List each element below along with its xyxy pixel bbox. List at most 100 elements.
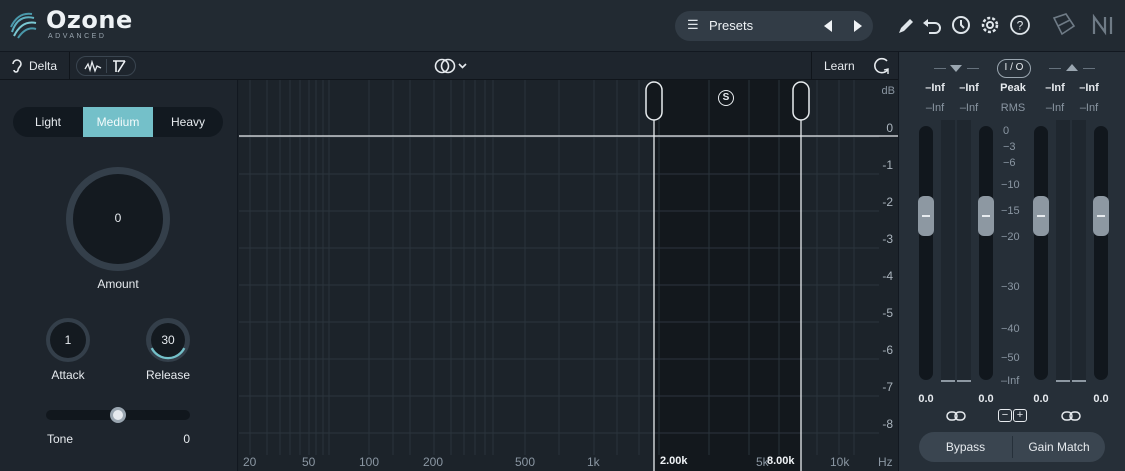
mode-medium-button[interactable]: Medium — [83, 107, 153, 137]
output-right-fader-handle[interactable] — [1093, 196, 1109, 236]
meter-scale-label: −40 — [1001, 323, 1020, 335]
input-peak-left: –Inf — [925, 82, 945, 94]
tone-slider[interactable] — [46, 407, 190, 423]
mode-light-button[interactable]: Light — [13, 107, 83, 137]
ozone-logo-icon — [10, 12, 37, 39]
output-left-gain-value: 0.0 — [1033, 393, 1049, 405]
undo-icon[interactable] — [921, 15, 943, 37]
output-left-level — [1056, 380, 1070, 382]
tone-label: Tone — [47, 432, 74, 446]
db-tick: 0 — [886, 121, 893, 135]
input-right-level — [957, 380, 971, 382]
stereo-mode-icon[interactable] — [433, 57, 469, 75]
meter-scale-label: 0 — [1003, 125, 1010, 137]
tone-value: 0 — [183, 432, 190, 446]
ni-logo-icon — [1092, 14, 1113, 36]
grid-lines — [239, 80, 898, 471]
input-right-meter — [957, 120, 971, 382]
band-high-handle[interactable] — [793, 82, 809, 120]
db-tick: -8 — [882, 417, 893, 431]
gain-increase-icon[interactable]: + — [1013, 409, 1027, 422]
next-preset-icon[interactable] — [851, 19, 865, 33]
input-link-icon[interactable] — [946, 410, 966, 422]
list-icon: ☰ — [687, 17, 699, 32]
app-edition: ADVANCED — [48, 33, 107, 40]
release-value: 30 — [161, 333, 175, 347]
meter-divider — [934, 68, 946, 69]
input-left-fader-track[interactable] — [919, 126, 933, 380]
tone-slider-thumb[interactable] — [110, 407, 126, 423]
output-right-fader-track[interactable] — [1094, 126, 1108, 380]
freq-tick: 50 — [302, 455, 316, 469]
output-rms-right: –Inf — [1079, 102, 1099, 114]
solo-button[interactable]: S — [718, 90, 734, 106]
previous-preset-icon[interactable] — [821, 19, 835, 33]
rms-label: RMS — [1000, 102, 1026, 114]
ear-icon — [12, 59, 22, 73]
input-right-fader-handle[interactable] — [978, 196, 994, 236]
input-left-fader-handle[interactable] — [918, 196, 934, 236]
meter-divider — [1083, 68, 1095, 69]
reset-icon[interactable] — [872, 56, 892, 76]
filter-view-icon[interactable] — [111, 59, 127, 74]
input-right-gain-value: 0.0 — [978, 393, 994, 405]
band-low-handle[interactable] — [646, 82, 662, 120]
app-title: Ozone — [46, 6, 133, 34]
amount-knob[interactable]: 0 — [66, 167, 170, 271]
output-right-gain-value: 0.0 — [1093, 393, 1109, 405]
output-left-fader-track[interactable] — [1034, 126, 1048, 380]
output-peak-right: –Inf — [1079, 82, 1099, 94]
amount-label: Amount — [97, 277, 139, 291]
db-tick: -2 — [882, 195, 893, 209]
input-gain-triangle-icon[interactable] — [949, 63, 963, 73]
izotope-logo-icon — [1052, 13, 1076, 36]
history-icon[interactable] — [949, 14, 971, 36]
delta-label: Delta — [29, 59, 58, 73]
delta-button[interactable]: Delta — [0, 52, 70, 80]
db-unit-label: dB — [881, 85, 895, 97]
output-right-meter — [1072, 120, 1086, 382]
meter-scale-label: −50 — [1001, 352, 1020, 364]
output-rms-left: –Inf — [1045, 102, 1065, 114]
learn-button[interactable]: Learn — [811, 52, 867, 80]
meter-scale-label: –Inf — [1001, 375, 1020, 387]
output-left-meter — [1056, 120, 1070, 382]
waveform-view-icon[interactable] — [84, 60, 102, 73]
release-label: Release — [145, 368, 191, 382]
pencil-icon[interactable] — [895, 15, 917, 37]
freq-tick: 10k — [830, 455, 850, 469]
mode-heavy-button[interactable]: Heavy — [153, 107, 223, 137]
presets-label: Presets — [709, 18, 754, 33]
input-right-fader-track[interactable] — [979, 126, 993, 380]
gain-match-button[interactable]: Gain Match — [1013, 432, 1105, 462]
svg-text:?: ? — [1017, 19, 1024, 33]
meter-scale-label: −3 — [1003, 141, 1016, 153]
module-toolbar: Delta Learn — [0, 52, 898, 80]
input-rms-left: –Inf — [925, 102, 945, 114]
output-left-fader-handle[interactable] — [1033, 196, 1049, 236]
gear-icon[interactable] — [979, 14, 1001, 36]
amount-value: 0 — [114, 211, 122, 225]
freq-tick: 1k — [587, 455, 600, 469]
bypass-button[interactable]: Bypass — [919, 432, 1012, 462]
input-left-gain-value: 0.0 — [918, 393, 934, 405]
output-gain-triangle-icon[interactable] — [1065, 63, 1079, 73]
peak-label: Peak — [1000, 82, 1026, 94]
presets-bar[interactable]: ☰ Presets — [675, 11, 873, 41]
output-right-level — [1072, 380, 1086, 382]
frequency-graph[interactable]: S dB 0 -1 -2 -3 -4 -5 -6 -7 -8 20 50 100… — [239, 80, 898, 471]
attack-value: 1 — [64, 333, 72, 347]
meter-scale-label: −10 — [1001, 179, 1020, 191]
meter-scale-label: −30 — [1001, 281, 1020, 293]
output-link-icon[interactable] — [1061, 410, 1081, 422]
io-mode-button[interactable]: I / O — [997, 59, 1031, 78]
attack-knob[interactable]: 1 — [46, 318, 90, 362]
gain-decrease-icon[interactable]: − — [998, 409, 1012, 422]
input-peak-right: –Inf — [959, 82, 979, 94]
attack-label: Attack — [51, 368, 85, 382]
help-icon[interactable]: ? — [1009, 14, 1031, 36]
input-left-meter — [941, 120, 955, 382]
db-tick: -3 — [882, 232, 893, 246]
view-toggle[interactable] — [76, 56, 136, 76]
release-knob[interactable]: 30 — [146, 318, 190, 362]
